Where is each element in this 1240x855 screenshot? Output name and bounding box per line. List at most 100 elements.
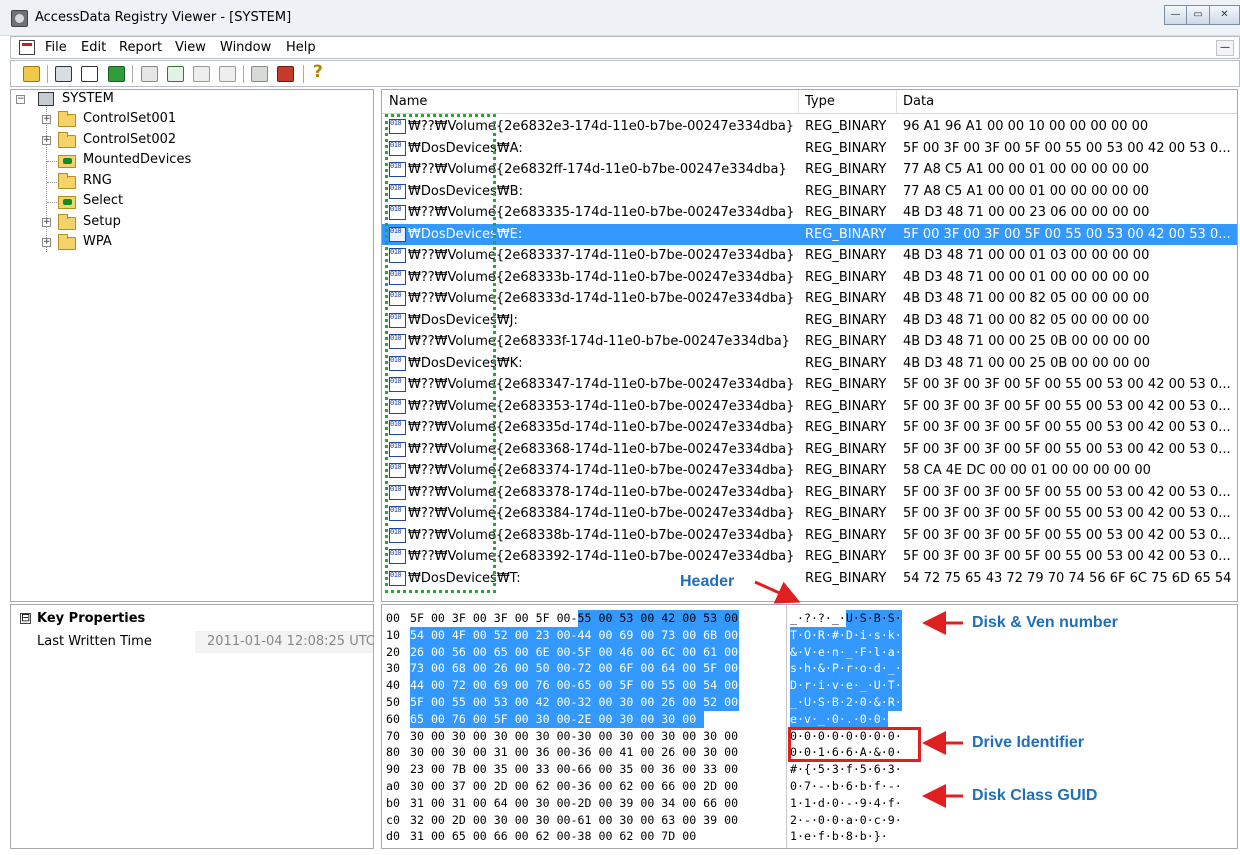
find-icon[interactable] xyxy=(81,66,98,82)
mdi-minimize-button[interactable]: — xyxy=(1216,40,1234,56)
column-divider[interactable] xyxy=(896,90,897,114)
list-row[interactable]: 010 110₩??₩Volume{2e683353-174d-11e0-b7b… xyxy=(382,396,1237,418)
tree-item-controlset002[interactable]: + ControlSet002 xyxy=(11,132,371,150)
list-row[interactable]: 010 110₩DosDevices₩B: REG_BINARY 77 A8 C5 … xyxy=(382,181,1237,203)
hex-ascii: 1·1·d·0·-·9·4·f· xyxy=(790,795,902,810)
list-row[interactable]: 010 110₩DosDevices₩K: REG_BINARY 4B D3 48 … xyxy=(382,353,1237,375)
row-data: 4B D3 48 71 00 00 82 05 00 00 00 00 xyxy=(903,291,1150,306)
annotation-drive-id: Drive Identifier xyxy=(972,734,1085,751)
list-row[interactable]: 010 110₩??₩Volume{2e683347-174d-11e0-b7b… xyxy=(382,374,1237,396)
hex-line[interactable]: 50 5F 00 55 00 53 00 42 00-32 00 30 00 26… xyxy=(382,694,922,711)
hex-line[interactable]: 60 65 00 76 00 5F 00 30 00-2E 00 30 00 30… xyxy=(382,711,922,728)
row-type: REG_BINARY xyxy=(805,226,887,242)
row-type: REG_BINARY xyxy=(805,527,887,543)
hex-line[interactable]: 90 23 00 7B 00 35 00 33 00-66 00 35 00 36… xyxy=(382,761,922,778)
hex-line[interactable]: 10 54 00 4F 00 52 00 23 00-44 00 69 00 73… xyxy=(382,627,922,644)
column-header-type[interactable]: Type xyxy=(805,94,835,109)
annotation-disk-class: Disk Class GUID xyxy=(972,787,1098,804)
list-row[interactable]: 010 110₩??₩Volume{2e68338b-174d-11e0-b7b… xyxy=(382,525,1237,547)
list-row[interactable]: 010 110₩??₩Volume{2e683337-174d-11e0-b7b… xyxy=(382,245,1237,267)
decrypt-icon[interactable] xyxy=(251,66,268,82)
tree-item-setup[interactable]: + Setup xyxy=(11,214,371,232)
tree-item-select[interactable]: Select xyxy=(11,193,371,211)
collapse-icon[interactable]: ⊟ xyxy=(20,612,31,624)
list-row[interactable]: 010 110₩??₩Volume{2e683368-174d-11e0-b7b… xyxy=(382,439,1237,461)
list-row[interactable]: 010 110₩??₩Volume{2e6832ff-174d-11e0-b7b… xyxy=(382,159,1237,181)
list-row[interactable]: 010 110₩??₩Volume{2e683335-174d-11e0-b7b… xyxy=(382,202,1237,224)
list-row[interactable]: 010 110₩??₩Volume{2e683374-174d-11e0-b7b… xyxy=(382,460,1237,482)
row-type: REG_BINARY xyxy=(805,183,887,199)
folder-icon xyxy=(58,132,76,148)
minimize-button[interactable]: — xyxy=(1164,5,1187,25)
list-row[interactable]: 010 110₩??₩Volume{2e683392-174d-11e0-b7b… xyxy=(382,546,1237,568)
row-type: REG_BINARY xyxy=(805,119,887,134)
row-type: REG_BINARY xyxy=(805,549,887,564)
menu-report[interactable]: Report xyxy=(119,40,162,55)
computer-icon[interactable] xyxy=(55,66,72,82)
binary-value-icon: 010 110 xyxy=(389,484,406,500)
key-icon[interactable] xyxy=(108,66,125,82)
menu-help[interactable]: Help xyxy=(286,40,316,55)
expand-toggle[interactable]: + xyxy=(42,136,51,145)
menu-view[interactable]: View xyxy=(175,40,206,55)
tree-item-mounteddevices[interactable]: MountedDevices xyxy=(11,152,371,170)
hex-line[interactable]: 30 73 00 68 00 26 00 50 00-72 00 6F 00 64… xyxy=(382,660,922,677)
tree-item-label: ControlSet001 xyxy=(83,111,177,126)
hex-line[interactable]: 20 26 00 56 00 65 00 6E 00-5F 00 46 00 6C… xyxy=(382,644,922,661)
tree-root-system[interactable]: SYSTEM xyxy=(62,91,114,106)
print-icon[interactable] xyxy=(219,66,236,82)
list-row[interactable]: 010 110₩??₩Volume{2e68333f-174d-11e0-b7b… xyxy=(382,331,1237,353)
column-divider[interactable] xyxy=(798,90,799,114)
hex-line[interactable]: a0 30 00 37 00 2D 00 62 00-36 00 62 00 66… xyxy=(382,778,922,795)
hex-line[interactable]: 40 44 00 72 00 69 00 76 00-65 00 5F 00 55… xyxy=(382,677,922,694)
menu-window[interactable]: Window xyxy=(220,40,271,55)
expand-toggle[interactable]: + xyxy=(42,238,51,247)
list-row[interactable]: 010 110₩??₩Volume{2e683384-174d-11e0-b7b… xyxy=(382,503,1237,525)
list-row[interactable]: 010 110₩DosDevices₩T: REG_BINARY 54 72 75 … xyxy=(382,568,1237,590)
expand-toggle[interactable]: + xyxy=(42,218,51,227)
collapse-toggle[interactable]: − xyxy=(16,95,25,104)
menu-edit[interactable]: Edit xyxy=(81,40,106,55)
report-icon[interactable] xyxy=(167,66,184,82)
hex-line[interactable]: c0 32 00 2D 00 30 00 30 00-61 00 30 00 63… xyxy=(382,812,922,829)
column-header-name[interactable]: Name xyxy=(389,94,427,109)
computer-icon xyxy=(38,92,54,106)
row-data: 5F 00 3F 00 3F 00 5F 00 55 00 53 00 42 0… xyxy=(903,484,1231,500)
document-icon[interactable] xyxy=(19,40,35,55)
properties-header[interactable]: ⊟ Key Properties xyxy=(11,605,373,631)
binary-value-icon: 010 110 xyxy=(389,527,406,543)
list-row[interactable]: 010 110₩??₩Volume{2e68333d-174d-11e0-b7b… xyxy=(382,288,1237,310)
row-data: 77 A8 C5 A1 00 00 01 00 00 00 00 00 xyxy=(903,162,1150,177)
list-row[interactable]: 010 110₩??₩Volume{2e683378-174d-11e0-b7b… xyxy=(382,482,1237,504)
hex-line[interactable]: 00 5F 00 3F 00 3F 00 5F 00-55 00 53 00 42… xyxy=(382,610,922,627)
list-row[interactable]: 010 110₩??₩Volume{2e68333b-174d-11e0-b7b… xyxy=(382,267,1237,289)
report-edit-icon[interactable] xyxy=(193,66,210,82)
list-row[interactable]: 010 110₩DosDevices₩A: REG_BINARY 5F 00 3F … xyxy=(382,138,1237,160)
maximize-button[interactable]: ▭ xyxy=(1187,5,1210,25)
stop-icon[interactable] xyxy=(277,66,294,82)
row-type: REG_BINARY xyxy=(805,463,887,478)
help-icon[interactable]: ? xyxy=(313,62,323,82)
tree-item-wpa[interactable]: + WPA xyxy=(11,234,371,252)
tree-item-label: Select xyxy=(83,193,124,208)
toolbar-separator xyxy=(243,65,244,83)
list-row[interactable]: 010 110₩DosDevices₩J: REG_BINARY 4B D3 48 … xyxy=(382,310,1237,332)
list-row[interactable]: 010 110₩DosDevices₩E: REG_BINARY 5F 00 3F … xyxy=(382,223,1237,245)
close-button[interactable]: ✕ xyxy=(1210,5,1240,25)
binary-value-icon: 010 110 xyxy=(389,312,406,328)
row-type: REG_BINARY xyxy=(805,162,887,177)
hex-bytes: 65 00 76 00 5F 00 30 00-2E 00 30 00 30 0… xyxy=(410,711,739,726)
tree-item-controlset001[interactable]: + ControlSet001 xyxy=(11,111,371,129)
export-icon[interactable] xyxy=(141,66,158,82)
column-header-data[interactable]: Data xyxy=(903,94,934,109)
list-row[interactable]: 010 110₩??₩Volume{2e6832e3-174d-11e0-b7b… xyxy=(382,116,1237,138)
open-folder-icon[interactable] xyxy=(23,66,40,82)
row-name: ₩??₩Volume{2e683353-174d-11e0-b7be-00247… xyxy=(408,398,795,414)
expand-toggle[interactable]: + xyxy=(42,115,51,124)
hex-line[interactable]: b0 31 00 31 00 64 00 30 00-2D 00 39 00 34… xyxy=(382,795,922,812)
list-row[interactable]: 010 110₩??₩Volume{2e68335d-174d-11e0-b7b… xyxy=(382,417,1237,439)
menu-file[interactable]: File xyxy=(45,40,67,55)
tree-item-rng[interactable]: RNG xyxy=(11,173,371,191)
property-row[interactable]: Last Written Time 2011-01-04 12:08:25 UT… xyxy=(11,631,375,653)
hex-line[interactable]: d0 31 00 65 00 66 00 62 00-38 00 62 00 7D… xyxy=(382,828,922,845)
